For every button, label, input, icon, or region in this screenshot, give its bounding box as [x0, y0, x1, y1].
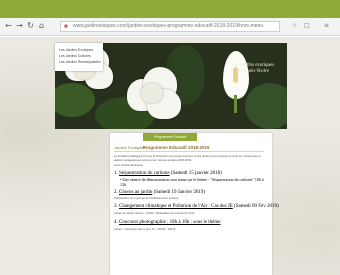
entry-1-note: • Une séance de démonstration sera tenue… [120, 177, 264, 187]
forward-arrow-icon[interactable]: → [14, 20, 25, 32]
entry-3-note: Atelier au Jardin Vauzel - 14h30 - Réali… [114, 211, 195, 215]
entry-4-heading[interactable]: 4. Concours photographie : 18h à 16h : s… [114, 220, 221, 226]
dropdown-menu: Les Jardins Exotiques Les Jardins Cultur… [55, 43, 103, 71]
home-icon[interactable]: ⌂ [36, 20, 47, 32]
browser-nav-bar: ← → ↻ ⌂ ■ www.jardinsetiques.com/jardins… [0, 18, 340, 36]
bookmark-icon[interactable]: ☆ [292, 22, 297, 30]
lock-icon: ■ [64, 24, 68, 30]
reload-icon[interactable]: ↻ [25, 20, 36, 32]
white-rose-large-image [127, 65, 181, 121]
menu-icon[interactable]: ≡ [324, 22, 329, 30]
calla-lily-image [217, 51, 255, 113]
signature-text: Avec Jardins Exotiques [114, 163, 144, 167]
page-title: : Programme Educatif 2018-2019 [140, 144, 210, 150]
divider [114, 151, 264, 152]
entry-2-note: Participation d'un groupe de l'établisse… [114, 196, 180, 200]
content-panel: Programme Educatif Jardins Exotiques : P… [110, 133, 279, 275]
intro-text: La fondation Hildegard C) pour la Protec… [114, 154, 261, 162]
menu-item-jardins-exotiques[interactable]: Les Jardins Exotiques [59, 48, 93, 52]
browser-top-bar [0, 0, 340, 18]
url-text: www.jardinsetiques.com/jardins-exotiques… [73, 23, 264, 29]
web-page: Les jardins exotiques de Boulo-Yvoire Le… [0, 37, 340, 275]
address-bar[interactable]: ■ www.jardinsetiques.com/jardins-exotiqu… [60, 21, 280, 32]
reader-icon[interactable]: □ [304, 22, 310, 30]
hero-title: Les jardins exotiques de Boulo-Yvoire [231, 63, 275, 74]
programme-button[interactable]: Programme Educatif [143, 133, 197, 141]
entry-4-note: Atelier - Inscription dès le jour 15 - 1… [114, 227, 176, 231]
back-arrow-icon[interactable]: ← [3, 20, 14, 32]
menu-item-jardins-cultures[interactable]: Les Jardins Cultures [59, 54, 91, 58]
entry-3-heading[interactable]: 3. Changement climatique et Pollution de… [114, 204, 279, 210]
menu-item-jardins-remarquables[interactable]: Les Jardins Remarquables [59, 60, 101, 64]
